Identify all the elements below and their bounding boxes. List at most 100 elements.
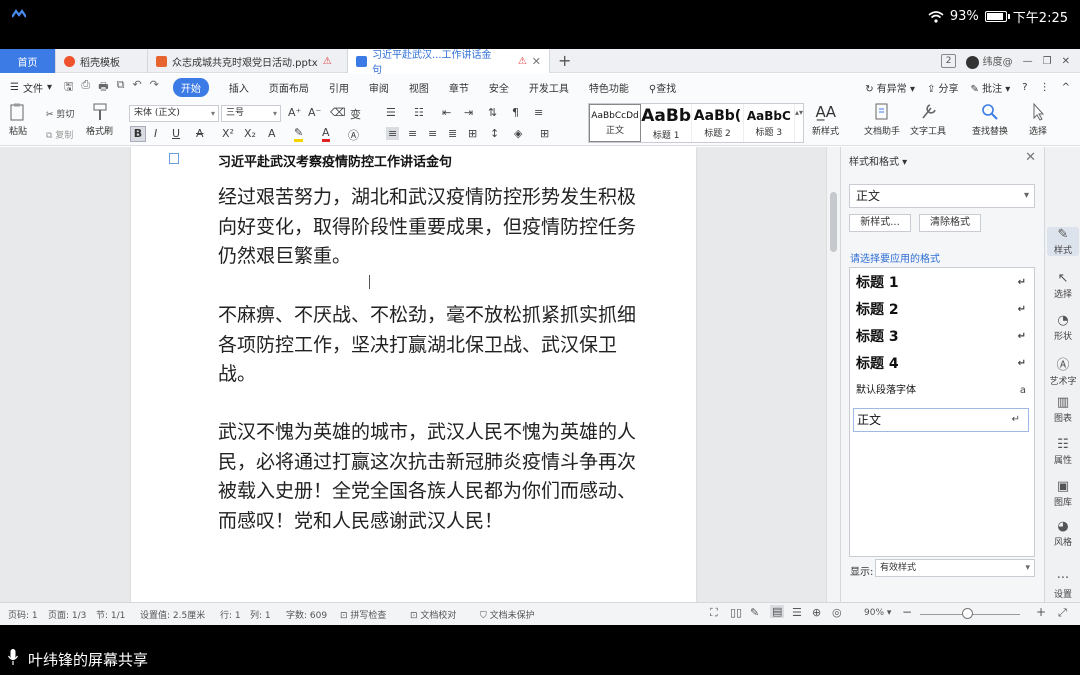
tab-view[interactable]: 视图 [409, 80, 429, 95]
strip-settings[interactable]: ··· 设置 [1047, 571, 1079, 600]
strip-theme[interactable]: ◕ 风格 [1047, 519, 1079, 548]
style-normal[interactable]: AaBbCcDd 正文 [589, 104, 641, 142]
sync-status[interactable]: ↻ 有异常 ▾ [865, 80, 915, 95]
strikethrough-icon[interactable]: A [196, 127, 204, 140]
new-tab-plus-icon[interactable]: + [558, 51, 571, 70]
document-heading[interactable]: 习近平赴武汉考察疫情防控工作讲话金句 [218, 151, 452, 170]
spell-check-toggle[interactable]: ⊡ 拼写检查 [340, 608, 386, 621]
comment-button[interactable]: ✎ 批注 ▾ [971, 80, 1011, 95]
list-item[interactable]: 标题 1 ↵ [850, 270, 1034, 296]
show-marks-icon[interactable]: ¶ [512, 106, 519, 119]
scroll-thumb[interactable] [830, 192, 837, 252]
strip-chart[interactable]: ▥ 图表 [1047, 395, 1079, 424]
format-painter-button[interactable]: 格式刷 [86, 103, 113, 137]
proofread-button[interactable]: ⊡ 文档校对 [410, 608, 456, 621]
eye-protection-icon[interactable]: ◎ [832, 606, 842, 619]
italic-icon[interactable]: I [154, 127, 157, 140]
bold-icon[interactable]: B [130, 126, 146, 142]
grow-font-icon[interactable]: A⁺ [288, 106, 301, 119]
file-menu[interactable]: ☰ 文件 ▾ [10, 80, 52, 95]
paragraph-spacing-icon[interactable]: ↕ [490, 127, 499, 140]
minimize-icon[interactable]: — [1023, 56, 1033, 67]
borders-icon[interactable]: ⊞ [540, 127, 549, 140]
font-color-icon[interactable]: A [322, 127, 330, 142]
tab-docer-templates[interactable]: 稻壳模板 [56, 49, 148, 73]
tab-references[interactable]: 引用 [329, 80, 349, 95]
status-word-count[interactable]: 字数: 609 [286, 608, 327, 621]
char-shading-icon[interactable]: Ⓐ [348, 127, 359, 143]
tab-insert[interactable]: 插入 [229, 80, 249, 95]
reading-mode-icon[interactable]: ▯▯ [730, 606, 742, 619]
outline-doc-icon[interactable] [169, 153, 179, 164]
close-icon[interactable]: ✕ [1025, 150, 1036, 165]
protection-status[interactable]: ⛉ 文档未保护 [480, 608, 535, 621]
highlight-icon[interactable]: ✎ [294, 127, 304, 142]
font-family-select[interactable]: 宋体 (正文) [129, 105, 219, 122]
share-button[interactable]: ⇪ 分享 [927, 80, 959, 95]
text-tools-button[interactable]: 文字工具 [910, 103, 946, 137]
phonetic-guide-icon[interactable]: 变 [350, 106, 361, 122]
tab-security[interactable]: 安全 [489, 80, 509, 95]
window-count-badge[interactable]: 2 [940, 54, 957, 68]
find-replace-button[interactable]: 查找替换 [972, 103, 1008, 137]
align-left-icon[interactable]: ≡ [386, 127, 400, 140]
line-spacing-icon[interactable]: ≡ [534, 106, 543, 119]
superscript-icon[interactable]: X² [222, 127, 234, 140]
list-item[interactable]: 标题 3 ↵ [850, 324, 1034, 350]
tab-home[interactable]: 首页 [0, 49, 56, 73]
write-mode-icon[interactable]: ✎ [750, 606, 759, 619]
user-account[interactable]: 纬度@ [966, 53, 1013, 69]
help-icon[interactable]: ? [1022, 82, 1027, 93]
more-icon[interactable]: ⋮ [1040, 82, 1050, 93]
new-style-panel-button[interactable]: 新样式... [849, 214, 911, 232]
zoom-level[interactable]: 90% ▾ [864, 608, 891, 618]
strip-wordart[interactable]: Ⓐ 艺术字 [1047, 354, 1079, 387]
sort-icon[interactable]: ⇅ [488, 106, 497, 119]
distribute-icon[interactable]: ⊞ [468, 127, 477, 140]
strip-gallery[interactable]: ▣ 图库 [1047, 479, 1079, 508]
underline-icon[interactable]: U [172, 127, 180, 140]
tab-pptx-document[interactable]: 众志成城共克时艰党日活动.pptx ⚠ [148, 49, 348, 73]
paragraph-1[interactable]: 经过艰苦努力，湖北和武汉疫情防控形势发生积极向好变化，取得阶段性重要成果，但疫情… [218, 183, 638, 272]
clear-format-icon[interactable]: ⌫ [330, 106, 346, 119]
style-heading-3[interactable]: AaBbC 标题 3 [744, 104, 795, 142]
zoom-slider-handle[interactable] [962, 608, 973, 619]
current-style-select[interactable]: 正文 [849, 184, 1035, 208]
strip-styles[interactable]: ✎ 样式 [1047, 227, 1079, 256]
fullscreen-icon[interactable]: ⛶ [710, 606, 718, 620]
tab-start[interactable]: 开始 [172, 77, 209, 97]
export-pdf-icon[interactable]: ⎙ [81, 78, 90, 97]
bullet-list-icon[interactable]: ☰ [386, 106, 396, 119]
print-preview-icon[interactable]: ⧉ [117, 78, 125, 97]
undo-icon[interactable]: ↶ [132, 78, 141, 97]
gallery-scroll-icon[interactable]: ▴▾ [795, 104, 803, 142]
align-right-icon[interactable]: ≡ [428, 127, 437, 140]
document-scrollbar[interactable] [826, 147, 840, 602]
strip-properties[interactable]: ☷ 属性 [1047, 437, 1079, 466]
tab-chapter[interactable]: 章节 [449, 80, 469, 95]
show-filter-select[interactable]: 有效样式 [875, 559, 1035, 577]
redo-icon[interactable]: ↷ [150, 78, 159, 97]
cut-button[interactable]: ✂ 剪切 [46, 107, 74, 120]
tab-developer[interactable]: 开发工具 [529, 80, 569, 95]
subscript-icon[interactable]: X₂ [244, 127, 256, 140]
close-window-icon[interactable]: ✕ [1062, 56, 1070, 67]
clear-format-button[interactable]: 清除格式 [919, 214, 981, 232]
tab-special-features[interactable]: 特色功能 [589, 80, 629, 95]
menu-search[interactable]: ⚲查找 [649, 80, 676, 95]
document-page[interactable]: 习近平赴武汉考察疫情防控工作讲话金句 经过艰苦努力，湖北和武汉疫情防控形势发生积… [131, 147, 696, 602]
style-heading-1[interactable]: AaBb 标题 1 [641, 104, 693, 142]
numbered-list-icon[interactable]: ☷ [414, 106, 424, 119]
decrease-indent-icon[interactable]: ⇤ [442, 106, 451, 119]
web-view-icon[interactable]: ⊕ [812, 606, 821, 619]
paragraph-3[interactable]: 武汉不愧为英雄的城市，武汉人民不愧为英雄的人民，必将通过打赢这次抗击新冠肺炎疫情… [218, 418, 638, 536]
align-center-icon[interactable]: ≡ [408, 127, 417, 140]
list-item[interactable]: 标题 4 ↵ [850, 351, 1034, 377]
list-item[interactable]: 正文 ↵ [853, 408, 1029, 432]
list-item[interactable]: 默认段落字体 a [850, 380, 1034, 402]
shading-fill-icon[interactable]: ◈ [514, 127, 522, 140]
strip-select[interactable]: ↖ 选择 [1047, 271, 1079, 300]
style-heading-2[interactable]: AaBb( 标题 2 [692, 104, 744, 142]
page-view-icon[interactable]: ▤ [770, 605, 785, 618]
new-style-button[interactable]: A̲A 新样式 [812, 103, 839, 137]
